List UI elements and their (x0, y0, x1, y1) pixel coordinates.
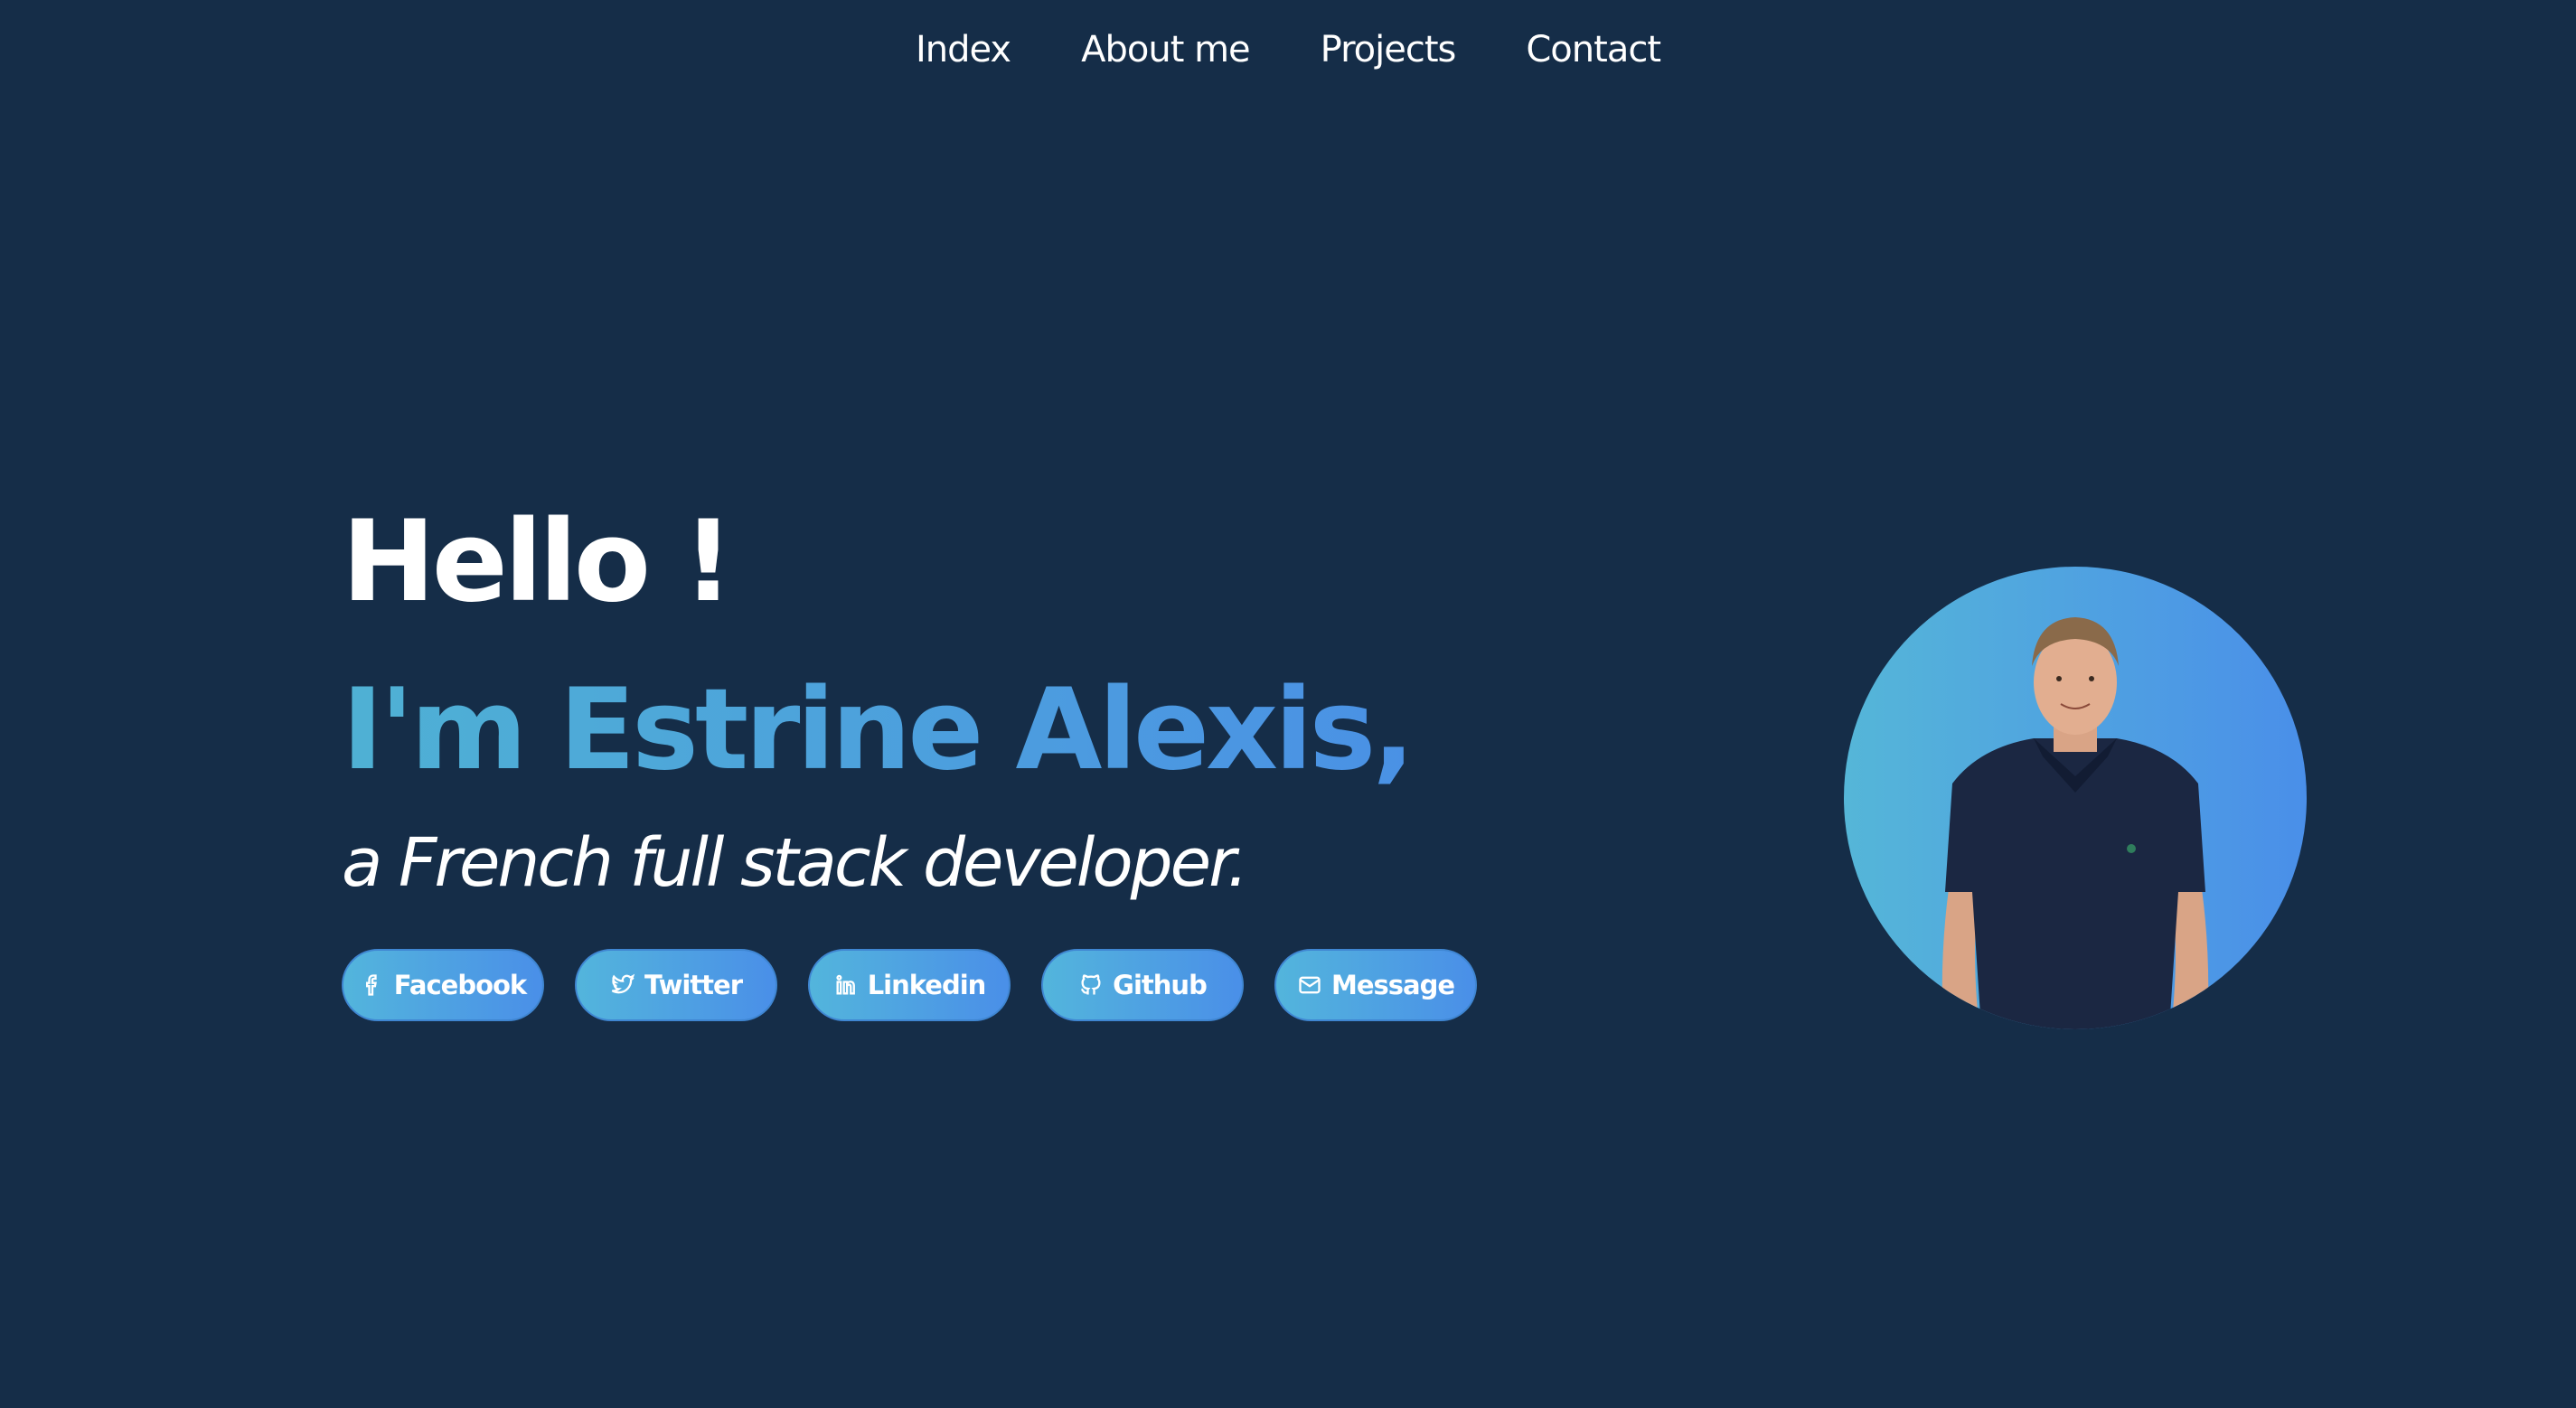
nav-index[interactable]: Index (916, 29, 1011, 70)
twitter-label: Twitter (644, 970, 743, 1000)
mail-icon (1299, 976, 1321, 994)
social-buttons: Facebook Twitter Linkedin Github Message (342, 949, 1477, 1021)
facebook-label: Facebook (393, 970, 527, 1000)
hero-section: Hello ! I'm Estrine Alexis, a French ful… (342, 506, 1477, 1021)
linkedin-label: Linkedin (867, 970, 987, 1000)
profile-avatar (1844, 567, 2307, 1029)
hero-greeting: Hello ! (342, 497, 734, 627)
github-icon (1081, 974, 1101, 995)
nav-about-me[interactable]: About me (1081, 29, 1251, 70)
facebook-icon (365, 974, 377, 996)
twitter-icon (611, 973, 635, 994)
linkedin-icon (836, 974, 855, 995)
linkedin-button[interactable]: Linkedin (808, 949, 1011, 1021)
nav-contact[interactable]: Contact (1526, 29, 1661, 70)
github-label: Github (1113, 970, 1208, 1000)
github-button[interactable]: Github (1041, 949, 1244, 1021)
facebook-button[interactable]: Facebook (342, 949, 544, 1021)
hero-name: I'm Estrine Alexis, (342, 674, 1477, 786)
profile-photo (1941, 617, 2209, 1029)
main-nav: Index About me Projects Contact (0, 0, 2576, 99)
hero-role: a French full stack developer. (342, 824, 1248, 902)
twitter-button[interactable]: Twitter (575, 949, 777, 1021)
nav-projects[interactable]: Projects (1321, 29, 1457, 70)
message-button[interactable]: Message (1274, 949, 1477, 1021)
message-label: Message (1330, 970, 1455, 1000)
